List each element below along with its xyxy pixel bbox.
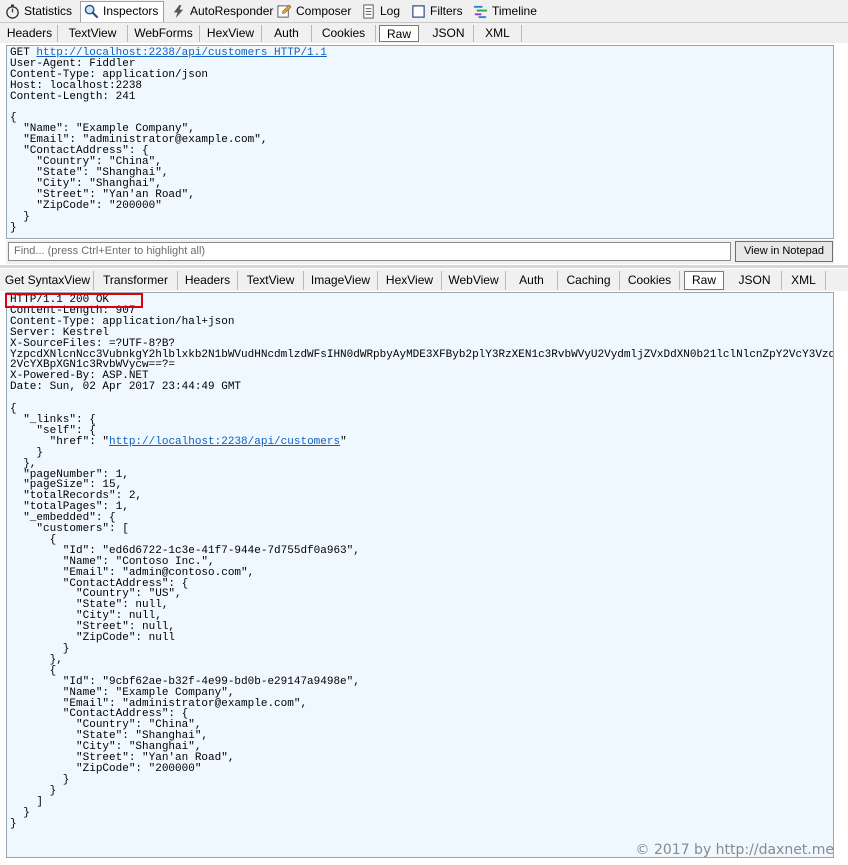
request-raw-pane[interactable]: GET http://localhost:2238/api/customers … <box>6 45 834 239</box>
self-href-link[interactable]: http://localhost:2238/api/customers <box>109 436 340 448</box>
tab-label: Timeline <box>492 4 537 18</box>
status-line-highlight-box <box>5 293 143 308</box>
tab-label: Log <box>380 4 401 18</box>
request-tab-json[interactable]: JSON <box>424 25 474 42</box>
stopwatch-icon <box>6 4 19 19</box>
tab-label: Composer <box>296 4 352 18</box>
request-text: GET http://localhost:2238/api/customers … <box>10 48 830 233</box>
response-tab-auth[interactable]: Auth <box>506 271 558 290</box>
tab-filters[interactable]: Filters <box>408 2 466 21</box>
response-raw-pane[interactable]: HTTP/1.1 200 OK Content-Length: 907 Cont… <box>6 292 834 858</box>
request-tab-webforms[interactable]: WebForms <box>128 25 200 42</box>
response-body: " } }, "pageNumber": 1, "pageSize": 15, … <box>10 435 360 830</box>
request-tab-raw[interactable]: Raw <box>379 25 419 42</box>
request-tab-strip: Headers TextView WebForms HexView Auth C… <box>0 23 848 43</box>
top-tab-strip: Statistics Inspectors AutoResponder Comp… <box>0 0 848 23</box>
tab-log[interactable]: Log <box>358 2 406 21</box>
magnifier-icon <box>84 4 99 19</box>
timeline-icon <box>473 5 488 19</box>
response-tab-json[interactable]: JSON <box>728 271 782 290</box>
tab-label: Statistics <box>24 4 73 18</box>
tab-composer[interactable]: Composer <box>274 2 356 21</box>
tab-label: AutoResponder <box>190 4 274 18</box>
response-tab-headers[interactable]: Headers <box>178 271 238 290</box>
response-tab-cookies[interactable]: Cookies <box>620 271 680 290</box>
request-tab-auth[interactable]: Auth <box>262 25 312 42</box>
request-tab-headers[interactable]: Headers <box>2 25 58 42</box>
tab-statistics[interactable]: Statistics <box>2 2 78 21</box>
response-tab-transformer[interactable]: Transformer <box>94 271 178 290</box>
splitter[interactable] <box>0 265 848 268</box>
request-tab-textview[interactable]: TextView <box>58 25 128 42</box>
checkbox-icon <box>412 5 425 18</box>
request-headers-and-body: User-Agent: Fiddler Content-Type: applic… <box>10 57 268 234</box>
request-tab-xml[interactable]: XML <box>474 25 522 42</box>
response-tab-textview[interactable]: TextView <box>238 271 304 290</box>
response-tab-webview[interactable]: WebView <box>442 271 506 290</box>
lightning-icon <box>173 4 184 19</box>
tab-autoresponder[interactable]: AutoResponder <box>168 2 274 21</box>
response-headers: Content-Length: 907 Content-Type: applic… <box>10 304 833 448</box>
tab-inspectors[interactable]: Inspectors <box>80 1 164 22</box>
view-in-notepad-button[interactable]: View in Notepad <box>735 241 833 262</box>
response-tab-get-syntaxview[interactable]: Get SyntaxView <box>2 271 94 290</box>
find-bar: Find... (press Ctrl+Enter to highlight a… <box>6 240 834 264</box>
copyright-credit: © 2017 by http://daxnet.me <box>635 842 834 858</box>
response-tab-xml[interactable]: XML <box>782 271 826 290</box>
request-tab-hexview[interactable]: HexView <box>200 25 262 42</box>
response-tab-raw[interactable]: Raw <box>684 271 724 290</box>
find-input[interactable]: Find... (press Ctrl+Enter to highlight a… <box>8 242 731 261</box>
request-tab-cookies[interactable]: Cookies <box>312 25 376 42</box>
tab-label: Filters <box>430 4 463 18</box>
response-tab-imageview[interactable]: ImageView <box>304 271 378 290</box>
tab-label: Inspectors <box>103 4 159 18</box>
pencil-icon <box>277 4 292 18</box>
tab-timeline[interactable]: Timeline <box>470 2 538 21</box>
response-tab-hexview[interactable]: HexView <box>378 271 442 290</box>
response-tab-caching[interactable]: Caching <box>558 271 620 290</box>
response-tab-strip: Get SyntaxView Transformer Headers TextV… <box>0 269 848 291</box>
log-icon <box>363 4 374 19</box>
response-text: HTTP/1.1 200 OK Content-Length: 907 Cont… <box>10 295 833 830</box>
